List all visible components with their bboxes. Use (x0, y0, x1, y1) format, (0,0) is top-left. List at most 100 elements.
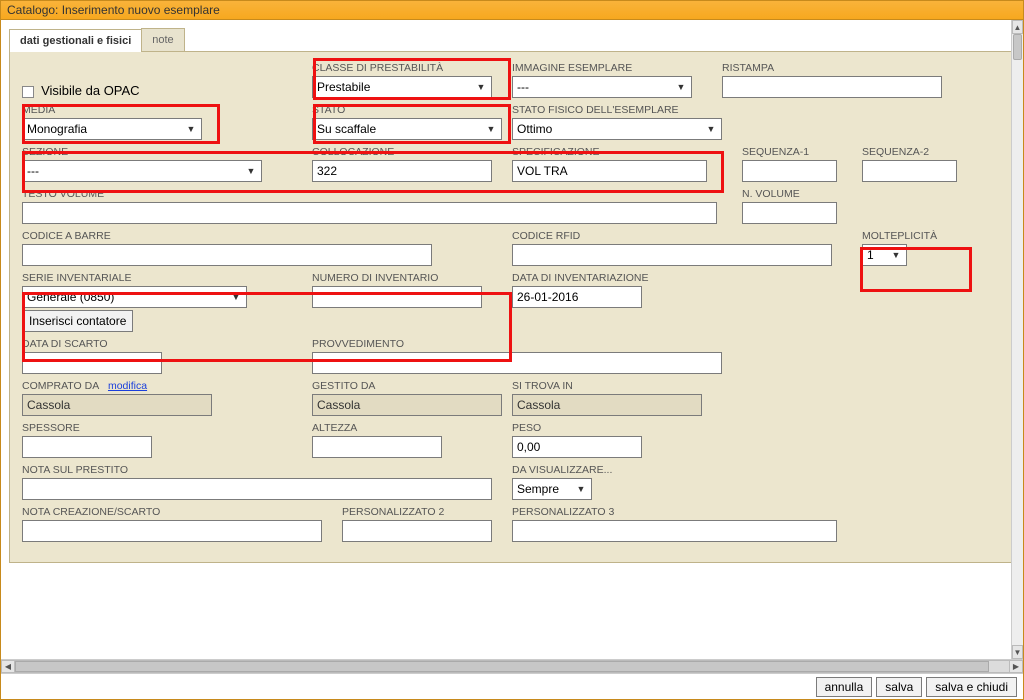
serie-inv-label: SERIE INVENTARIALE (22, 272, 312, 284)
codice-barre-input[interactable] (22, 244, 432, 266)
button-label: salva e chiudi (935, 680, 1008, 694)
chevron-down-icon: ▼ (575, 484, 587, 494)
comprato-da-input (22, 394, 212, 416)
scroll-left-icon[interactable]: ◀ (1, 660, 15, 673)
ristampa-input[interactable] (722, 76, 942, 98)
chevron-down-icon: ▼ (675, 82, 687, 92)
sequenza1-input[interactable] (742, 160, 837, 182)
nota-creaz-label: NOTA CREAZIONE/SCARTO (22, 506, 342, 518)
scroll-thumb[interactable] (1013, 34, 1022, 60)
window-titlebar: Catalogo: Inserimento nuovo esemplare (0, 0, 1024, 20)
button-label: annulla (825, 680, 864, 694)
button-label: salva (885, 680, 913, 694)
footer: annulla salva salva e chiudi (1, 673, 1023, 699)
pers3-label: PERSONALIZZATO 3 (512, 506, 862, 518)
tab-note[interactable]: note (141, 28, 184, 51)
scroll-track[interactable] (1012, 34, 1023, 645)
specificazione-label: SPECIFICAZIONE (512, 146, 742, 158)
data-scarto-input[interactable] (22, 352, 162, 374)
salva-e-chiudi-button[interactable]: salva e chiudi (926, 677, 1017, 697)
tab-label: dati gestionali e fisici (20, 35, 131, 47)
select-value: --- (27, 164, 39, 178)
gestito-da-input (312, 394, 502, 416)
select-value: Prestabile (317, 80, 370, 94)
pers2-input[interactable] (342, 520, 492, 542)
select-value: Monografia (27, 122, 87, 136)
visibile-opac-checkbox[interactable] (22, 86, 34, 98)
testo-volume-input[interactable] (22, 202, 717, 224)
select-value: Su scaffale (317, 122, 376, 136)
tab-dati-gestionali[interactable]: dati gestionali e fisici (9, 29, 142, 52)
window: Catalogo: Inserimento nuovo esemplare da… (0, 0, 1024, 700)
select-value: Sempre (517, 482, 559, 496)
scroll-up-icon[interactable]: ▲ (1012, 20, 1023, 34)
media-label: MEDIA (22, 104, 312, 116)
chevron-down-icon: ▼ (230, 292, 242, 302)
sequenza2-label: SEQUENZA-2 (862, 146, 972, 158)
spessore-input[interactable] (22, 436, 152, 458)
tab-label: note (152, 34, 173, 46)
provvedimento-input[interactable] (312, 352, 722, 374)
molteplicita-select[interactable]: 1 ▼ (862, 244, 907, 266)
stato-select[interactable]: Su scaffale ▼ (312, 118, 502, 140)
provvedimento-label: PROVVEDIMENTO (312, 338, 742, 350)
num-inv-input[interactable] (312, 286, 482, 308)
horizontal-scrollbar[interactable]: ◀ ▶ (1, 659, 1023, 673)
stato-fisico-label: STATO FISICO DELL'ESEMPLARE (512, 104, 742, 116)
scroll-area: dati gestionali e fisici note (1, 20, 1023, 659)
select-value: Generale (0850) (27, 290, 114, 304)
immagine-select[interactable]: --- ▼ (512, 76, 692, 98)
sequenza2-input[interactable] (862, 160, 957, 182)
classe-prest-label: CLASSE DI PRESTABILITÀ (312, 62, 512, 74)
stato-fisico-select[interactable]: Ottimo ▼ (512, 118, 722, 140)
stato-label: STATO (312, 104, 512, 116)
pers3-input[interactable] (512, 520, 837, 542)
select-value: 1 (867, 248, 874, 262)
select-value: --- (517, 80, 529, 94)
chevron-down-icon: ▼ (245, 166, 257, 176)
collocazione-label: COLLOCAZIONE (312, 146, 512, 158)
scroll-down-icon[interactable]: ▼ (1012, 645, 1023, 659)
comprato-da-label: COMPRATO DA modifica (22, 380, 312, 392)
specificazione-input[interactable] (512, 160, 707, 182)
collocazione-input[interactable] (312, 160, 492, 182)
salva-button[interactable]: salva (876, 677, 922, 697)
modifica-link[interactable]: modifica (108, 380, 147, 392)
codice-rfid-input[interactable] (512, 244, 832, 266)
n-volume-input[interactable] (742, 202, 837, 224)
da-visualizzare-select[interactable]: Sempre ▼ (512, 478, 592, 500)
chevron-down-icon: ▼ (890, 250, 902, 260)
altezza-input[interactable] (312, 436, 442, 458)
media-select[interactable]: Monografia ▼ (22, 118, 202, 140)
chevron-down-icon: ▼ (185, 124, 197, 134)
inserisci-contatore-button[interactable]: Inserisci contatore (22, 310, 133, 332)
da-visualizzare-label: DA VISUALIZZARE... (512, 464, 742, 476)
annulla-button[interactable]: annulla (816, 677, 873, 697)
chevron-down-icon: ▼ (475, 82, 487, 92)
nota-prestito-label: NOTA SUL PRESTITO (22, 464, 512, 476)
work-area: dati gestionali e fisici note (0, 20, 1024, 700)
testo-volume-label: TESTO VOLUME (22, 188, 742, 200)
spessore-label: SPESSORE (22, 422, 312, 434)
altezza-label: ALTEZZA (312, 422, 512, 434)
gestito-da-label: GESTITO DA (312, 380, 512, 392)
data-inv-input[interactable] (512, 286, 642, 308)
peso-input[interactable] (512, 436, 642, 458)
vertical-scrollbar[interactable]: ▲ ▼ (1011, 20, 1023, 659)
immagine-label: IMMAGINE ESEMPLARE (512, 62, 722, 74)
hscroll-thumb[interactable] (15, 661, 989, 672)
sezione-label: SEZIONE (22, 146, 312, 158)
tabs: dati gestionali e fisici note (9, 28, 1015, 52)
data-scarto-label: DATA DI SCARTO (22, 338, 312, 350)
num-inv-label: NUMERO DI INVENTARIO (312, 272, 512, 284)
sezione-select[interactable]: --- ▼ (22, 160, 262, 182)
nota-creaz-input[interactable] (22, 520, 322, 542)
classe-prest-select[interactable]: Prestabile ▼ (312, 76, 492, 98)
nota-prestito-input[interactable] (22, 478, 492, 500)
visibile-opac-label: Visibile da OPAC (41, 83, 140, 98)
scroll-right-icon[interactable]: ▶ (1009, 660, 1023, 673)
serie-inv-select[interactable]: Generale (0850) ▼ (22, 286, 247, 308)
hscroll-track[interactable] (14, 660, 1010, 673)
sequenza1-label: SEQUENZA-1 (742, 146, 862, 158)
peso-label: PESO (512, 422, 742, 434)
